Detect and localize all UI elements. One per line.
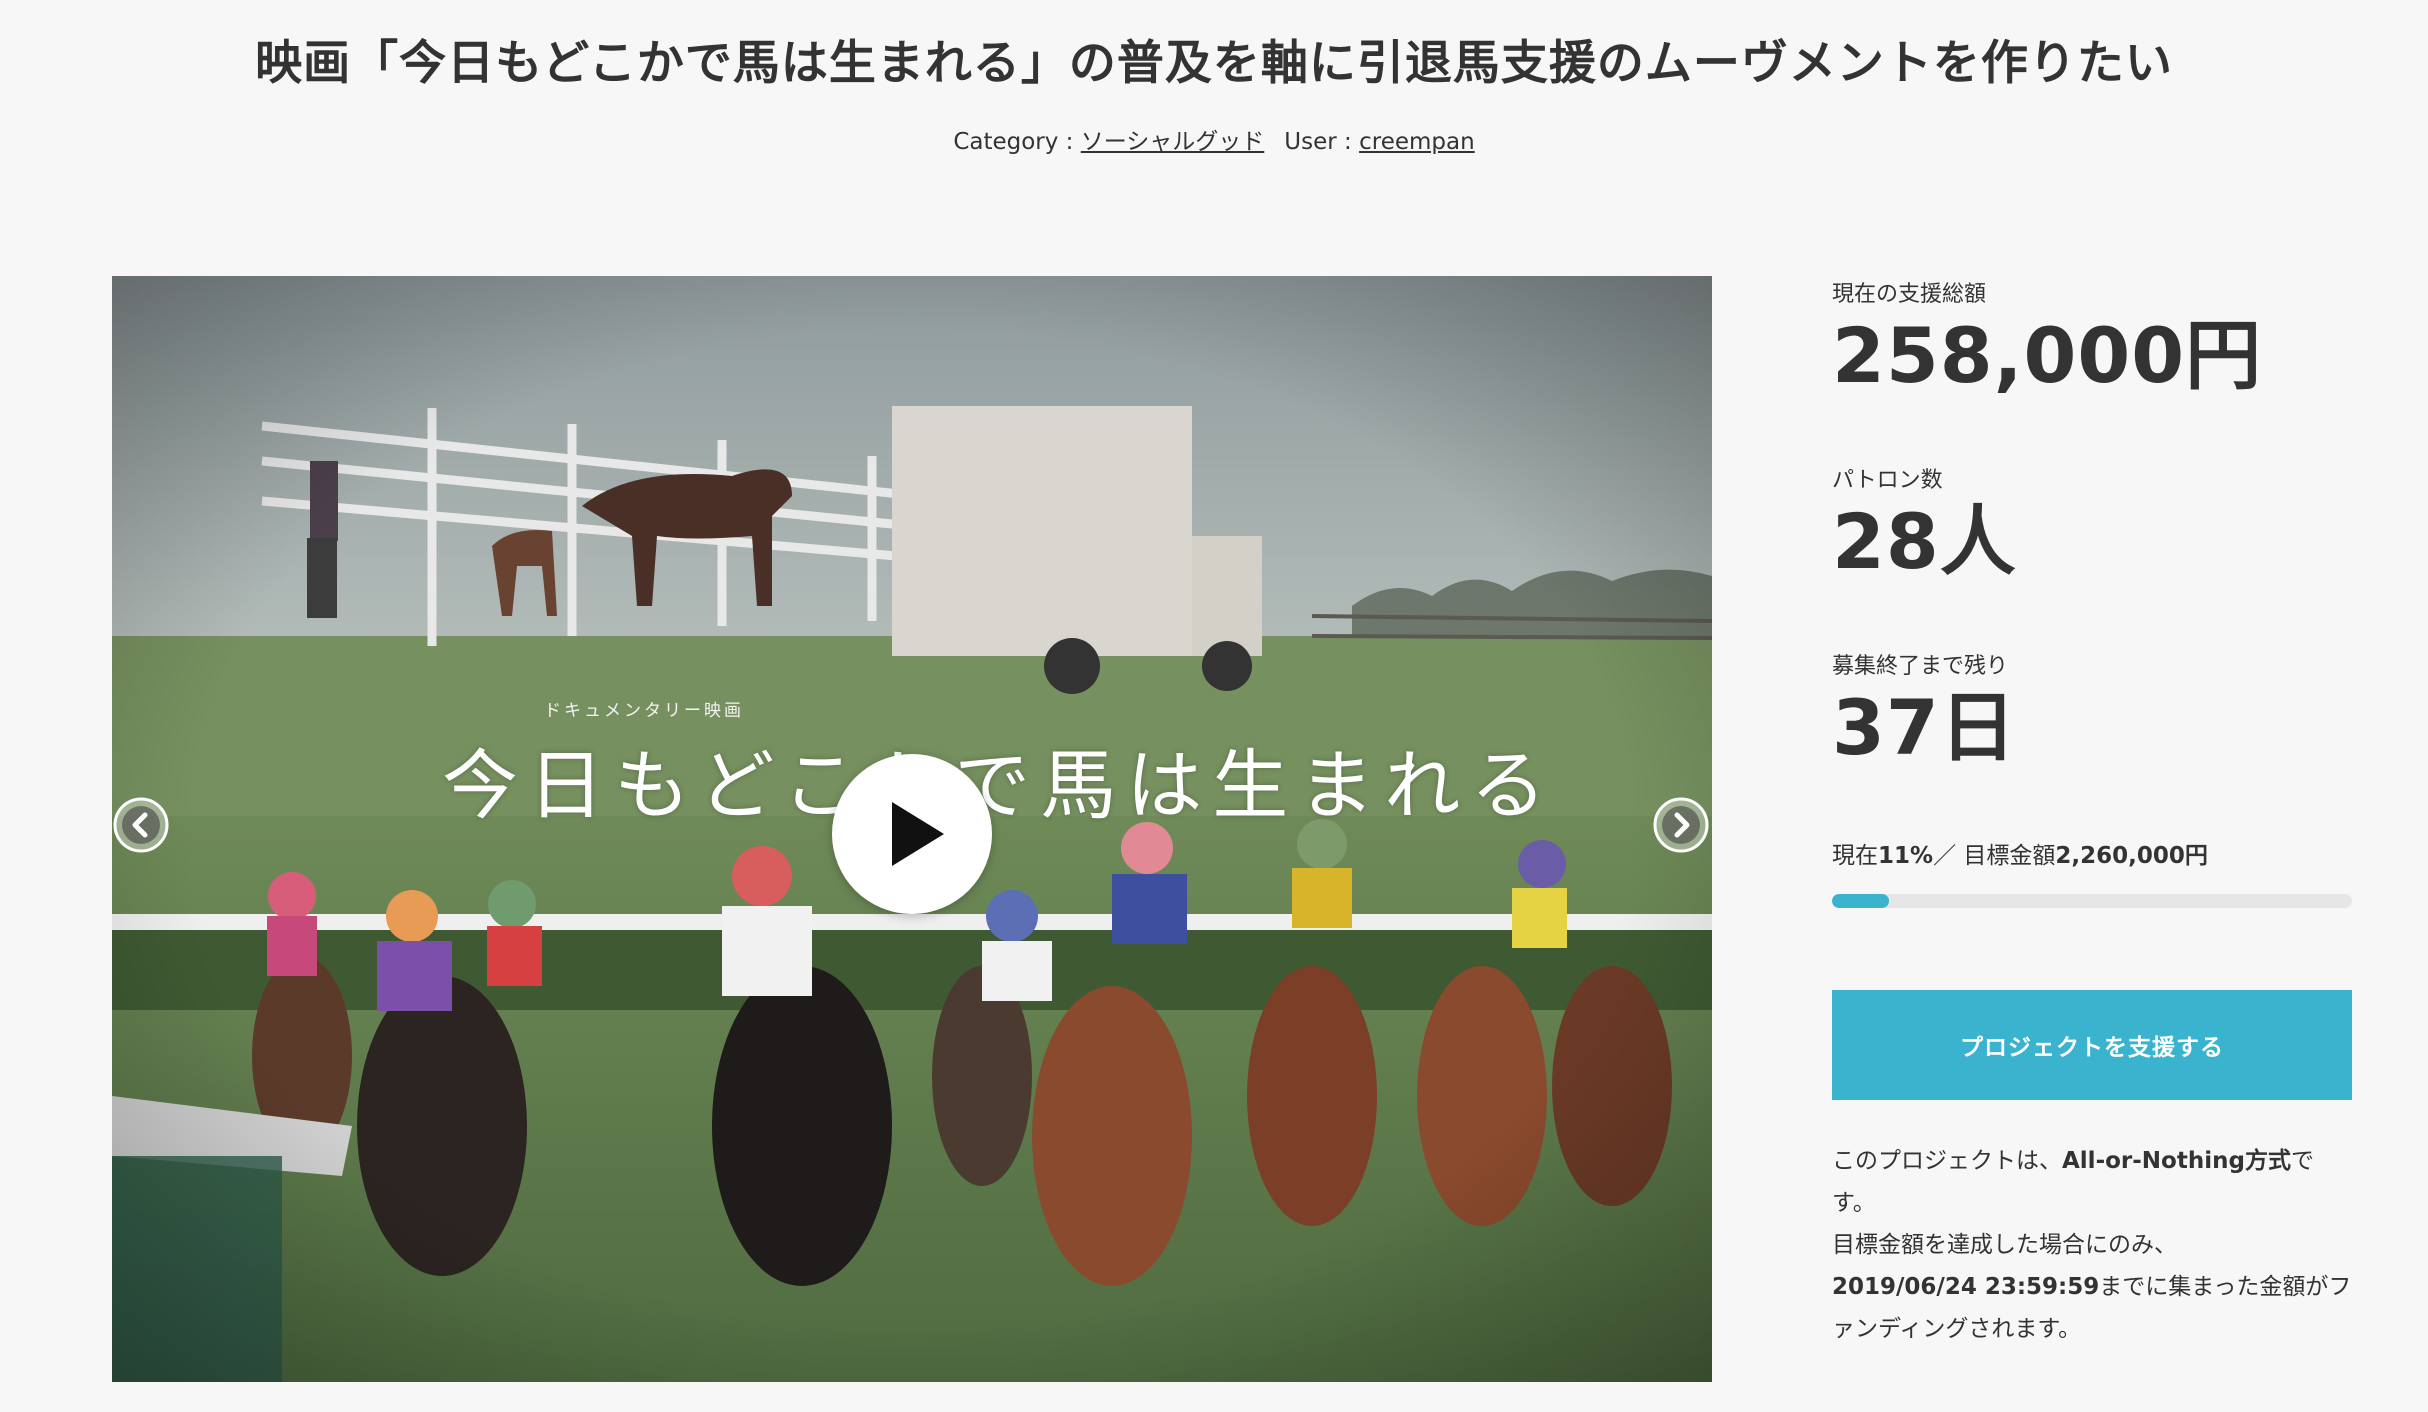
user-link[interactable]: creempan [1359, 129, 1475, 155]
note-line1a: このプロジェクトは、 [1832, 1148, 2062, 1174]
support-project-button[interactable]: プロジェクトを支援する [1832, 990, 2352, 1100]
carousel-next-button[interactable] [1652, 796, 1710, 854]
total-label: 現在の支援総額 [1832, 282, 1987, 307]
page-title: 映画「今日もどこかで馬は生まれる」の普及を軸に引退馬支援のムーヴメントを作りたい [255, 36, 2173, 91]
funding-note: このプロジェクトは、All-or-Nothing方式です。 目標金額を達成した場合… [1832, 1140, 2352, 1350]
note-deadline: 2019/06/24 23:59:59 [1832, 1274, 2100, 1300]
progress-bar [1832, 894, 2352, 908]
progress-percent: 11% [1878, 843, 1934, 869]
patrons-value: 28人 [1832, 497, 2017, 586]
chevron-right-icon [1653, 797, 1709, 853]
carousel-prev-button[interactable] [112, 796, 170, 854]
total-value: 258,000円 [1832, 311, 2263, 400]
chevron-left-icon [113, 797, 169, 853]
play-icon [892, 802, 944, 866]
film-subtitle: ドキュメンタリー映画 [544, 701, 744, 721]
progress-prefix: 現在 [1832, 843, 1878, 869]
note-line2: 目標金額を達成した場合にのみ、 [1832, 1232, 2177, 1258]
progress-bar-fill [1832, 894, 1890, 908]
progress-goal: 2,260,000円 [2055, 843, 2208, 869]
category-label: Category : [953, 129, 1081, 155]
note-method: All-or-Nothing方式 [2062, 1148, 2291, 1174]
progress-separator: ／ 目標金額 [1933, 843, 2056, 869]
progress-text: 現在11%／ 目標金額2,260,000円 [1832, 836, 2208, 870]
film-title: 今日もどこかで馬は生まれる [442, 741, 1557, 830]
project-page: 映画「今日もどこかで馬は生まれる」の普及を軸に引退馬支援のムーヴメントを作りたい… [0, 0, 2428, 1412]
user-label: User : [1284, 129, 1360, 155]
project-meta: Category : ソーシャルグッド User : creempan [0, 122, 2428, 156]
play-button[interactable] [832, 754, 992, 914]
remaining-label: 募集終了まで残り [1832, 654, 2009, 679]
category-link[interactable]: ソーシャルグッド [1081, 129, 1265, 155]
project-video[interactable]: ドキュメンタリー映画 今日もどこかで馬は生まれる [112, 276, 1712, 1382]
remaining-value: 37日 [1832, 683, 2017, 772]
patrons-label: パトロン数 [1832, 468, 1943, 493]
